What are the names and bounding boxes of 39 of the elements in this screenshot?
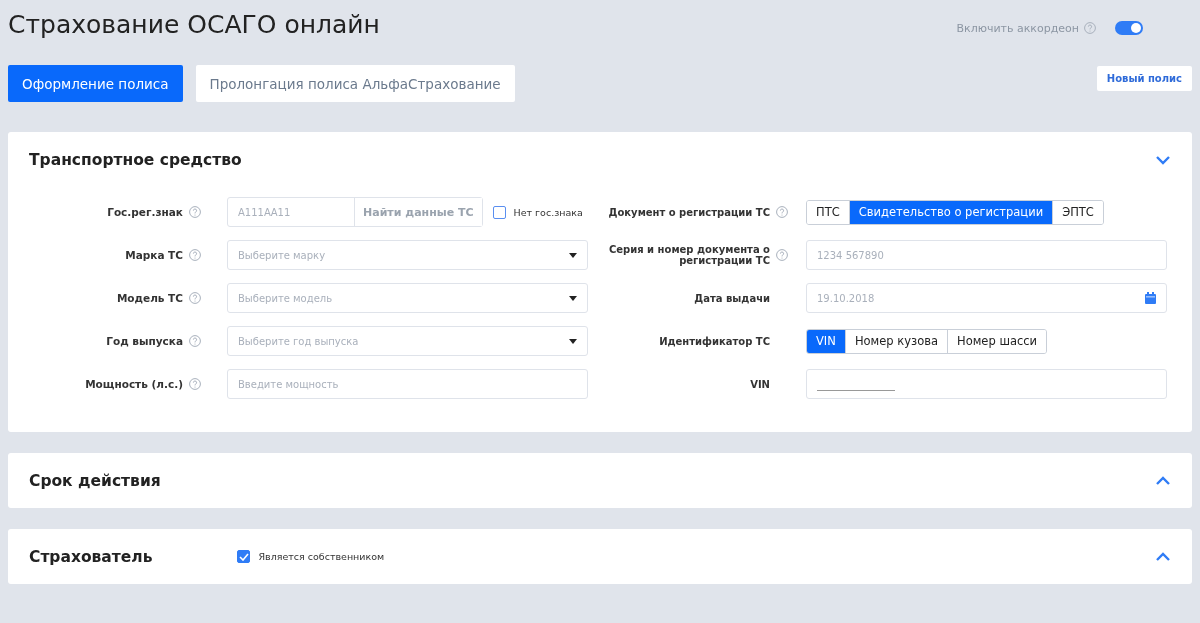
caret-icon xyxy=(569,295,577,301)
field-label: Марка ТС xyxy=(125,249,183,261)
checkbox[interactable] xyxy=(492,205,506,219)
field-label: Документ о регистрации ТС xyxy=(608,206,770,218)
help-icon xyxy=(1084,22,1096,34)
tab[interactable]: Оформление полиса xyxy=(8,65,183,102)
vin-field[interactable] xyxy=(806,369,1167,399)
checkbox[interactable] xyxy=(237,550,251,563)
field-label: Модель ТС xyxy=(116,292,183,304)
field-label: Идентификатор ТС xyxy=(659,335,770,347)
new-policy-button[interactable]: Новый полис xyxy=(1096,66,1192,91)
toggle-label: Включить аккордеон xyxy=(956,21,1079,35)
page-title: Страхование ОСАГО онлайн xyxy=(8,9,381,39)
segment-button[interactable]: ЭПТС xyxy=(1052,200,1103,224)
chevron-icon[interactable] xyxy=(1155,154,1171,165)
tab[interactable]: Пролонгация полиса АльфаСтрахование xyxy=(195,65,515,102)
caret-icon xyxy=(569,338,577,344)
field-label: Мощность (л.с.) xyxy=(85,378,183,390)
check-icon xyxy=(239,552,249,561)
field-label: VIN xyxy=(750,378,770,390)
field-label: Год выпуска xyxy=(106,335,183,347)
calendar-icon xyxy=(1145,292,1156,304)
field-label: Гос.рег.знак xyxy=(107,206,183,218)
field-label: Серия и номер документа о регистрации ТС xyxy=(607,244,770,266)
input-field[interactable]: Введите мощность xyxy=(227,369,588,399)
segment-button[interactable]: Номер шасси xyxy=(947,329,1047,353)
checkbox-label: Является собственником xyxy=(258,551,385,562)
checkbox-label: Нет гос.знака xyxy=(513,206,583,218)
segment-button[interactable]: VIN xyxy=(807,329,845,353)
section-title: Транспортное средство xyxy=(29,150,242,169)
chevron-icon[interactable] xyxy=(1155,475,1171,486)
segment-button[interactable]: Свидетельство о регистрации xyxy=(848,200,1053,224)
caret-icon xyxy=(569,252,577,258)
chevron-icon[interactable] xyxy=(1155,551,1171,562)
section-title: Страхователь xyxy=(29,547,153,566)
toggle-switch[interactable] xyxy=(1115,21,1143,35)
field-label: Дата выдачи xyxy=(694,292,770,304)
input-field[interactable]: 1234 567890 xyxy=(806,240,1167,270)
section-title: Срок действия xyxy=(29,471,161,490)
